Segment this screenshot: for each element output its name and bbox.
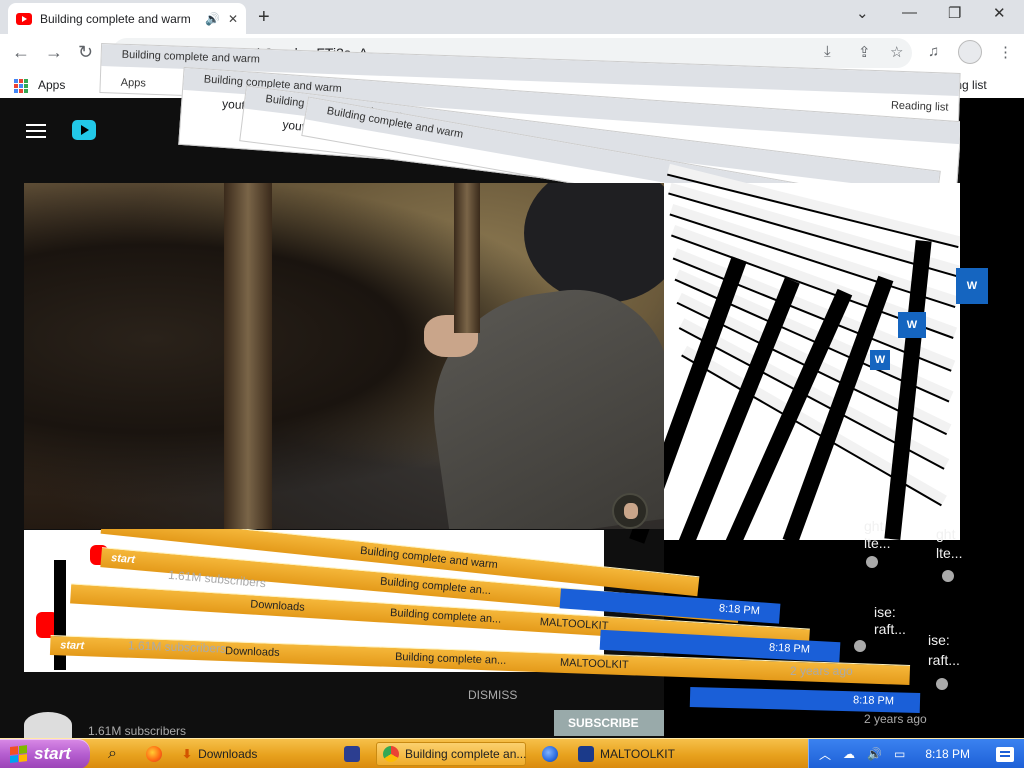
trail-text: 8:18 PM	[718, 602, 761, 618]
youtube-favicon-icon	[16, 12, 32, 25]
verified-check-icon	[936, 678, 948, 690]
apps-grid-icon[interactable]	[14, 79, 28, 93]
profile-avatar[interactable]	[958, 40, 982, 64]
taskbar-media[interactable]	[344, 742, 360, 766]
windows-flag-icon	[10, 745, 28, 763]
youtube-logo-icon[interactable]	[72, 120, 96, 140]
trail-dismiss: DISMISS	[468, 688, 518, 702]
windows-taskbar: start ⌕ ⬇ Downloads Building complete an…	[0, 738, 1024, 768]
restore-button[interactable]: ❐	[948, 4, 961, 22]
trail-apps: Apps	[120, 76, 147, 90]
trail-reading-list: Reading list	[890, 99, 949, 114]
taskbar-firefox[interactable]	[146, 742, 162, 766]
trail-text: Building complete an...	[394, 651, 507, 667]
system-tray: ︿ ☁ 🔊 ▭ 8:18 PM	[808, 739, 1024, 768]
trail-text: MALTOOLKIT	[539, 616, 609, 633]
verified-check-icon	[942, 570, 954, 582]
browser-tab-active[interactable]: Building complete and warm 🔊 ✕	[8, 3, 246, 34]
back-button[interactable]: ←	[12, 42, 30, 63]
tab-search-chevron-icon[interactable]: ⌄	[856, 4, 869, 22]
window-close-button[interactable]: ✕	[993, 4, 1006, 22]
taskbar-clock[interactable]: 8:18 PM	[925, 747, 970, 761]
trail-side-text: raft...	[928, 652, 960, 668]
firefox-icon	[542, 746, 558, 762]
bookmark-star-icon[interactable]: ☆	[890, 43, 903, 61]
subscribe-button[interactable]: SUBSCRIBE	[554, 710, 664, 736]
subscriber-count: 1.61M subscribers	[88, 724, 187, 738]
minimize-button[interactable]: —	[902, 4, 917, 21]
channel-watermark-icon[interactable]	[612, 493, 648, 529]
trail-text: Downloads	[249, 598, 306, 614]
download-arrow-icon: ⬇	[182, 747, 193, 761]
trail-side-text: lte...	[864, 535, 891, 551]
video-frame-hood	[524, 183, 664, 303]
trail-text: MALTOOLKIT	[559, 656, 629, 672]
trail-black-band	[960, 98, 1024, 738]
trail-side-text: ght	[864, 518, 884, 534]
forward-button[interactable]: →	[45, 42, 63, 63]
tab-close-icon[interactable]: ✕	[228, 12, 238, 26]
trail-date: 2 years ago	[864, 712, 927, 726]
taskbar-maltoolkit[interactable]: MALTOOLKIT	[578, 742, 675, 766]
taskbar-search[interactable]: ⌕	[108, 742, 117, 766]
video-frame-post	[454, 183, 480, 333]
trail-date: 2 years ago	[790, 664, 853, 678]
trail-side-text: ise:	[928, 632, 950, 648]
notification-icon[interactable]	[996, 746, 1014, 762]
taskbar-downloads[interactable]: ⬇ Downloads	[182, 742, 257, 766]
trail-blue-button: W	[870, 350, 890, 370]
browser-tab-strip: Building complete and warm 🔊 ✕ + ⌄ — ❐ ✕	[0, 0, 1024, 34]
trail-text: Building complete an...	[389, 606, 502, 626]
tab-title: Building complete and warm	[40, 11, 191, 26]
channel-avatar[interactable]	[24, 712, 72, 738]
apps-shortcut[interactable]: Apps	[38, 78, 65, 92]
trail-side-text: lte...	[936, 545, 963, 561]
taskbar-item-label: MALTOOLKIT	[600, 747, 675, 761]
trail-side-text: ght	[936, 526, 956, 542]
taskbar-chrome-window[interactable]: Building complete an...	[376, 742, 526, 766]
new-tab-button[interactable]: +	[258, 6, 270, 29]
install-app-icon[interactable]: ⤓	[824, 43, 831, 60]
trail-side-text: ise:	[874, 604, 896, 620]
subscribe-label: SUBSCRIBE	[568, 716, 639, 730]
media-control-icon[interactable]: ♫	[928, 43, 939, 60]
tab-audio-icon[interactable]: 🔊	[205, 12, 220, 26]
trail-blue-button: W	[956, 268, 988, 304]
hamburger-menu-icon[interactable]	[26, 124, 46, 138]
app-icon	[578, 746, 594, 762]
taskbar-firefox-2[interactable]	[542, 742, 558, 766]
trail-blue-button: W	[898, 312, 926, 338]
start-button[interactable]: start	[0, 739, 90, 768]
share-icon[interactable]: ⇪	[858, 43, 871, 61]
taskbar-item-label: Building complete an...	[405, 747, 527, 761]
firefox-icon	[146, 746, 162, 762]
reload-button[interactable]: ↻	[78, 42, 93, 63]
network-icon[interactable]: ☁	[843, 747, 855, 761]
media-player-icon	[344, 746, 360, 762]
trail-text: Downloads	[224, 645, 280, 659]
trail-text: start	[60, 639, 85, 653]
search-icon: ⌕	[108, 745, 117, 762]
trail-text: 8:18 PM	[852, 694, 895, 708]
taskbar-item-label: Downloads	[198, 747, 258, 761]
chrome-icon	[383, 746, 399, 762]
verified-check-icon	[866, 556, 878, 568]
verified-check-icon	[854, 640, 866, 652]
video-frame-post	[224, 183, 272, 529]
video-player[interactable]	[24, 183, 664, 529]
start-label: start	[34, 744, 71, 763]
volume-icon[interactable]: 🔊	[867, 747, 882, 761]
trail-text: 8:18 PM	[768, 641, 811, 656]
chrome-menu-icon[interactable]: ⋮	[998, 43, 1013, 61]
tray-chevron-up-icon[interactable]: ︿	[819, 746, 831, 763]
display-icon[interactable]: ▭	[894, 747, 905, 761]
trail-text: start	[110, 552, 136, 567]
trail-side-text: raft...	[874, 621, 906, 637]
